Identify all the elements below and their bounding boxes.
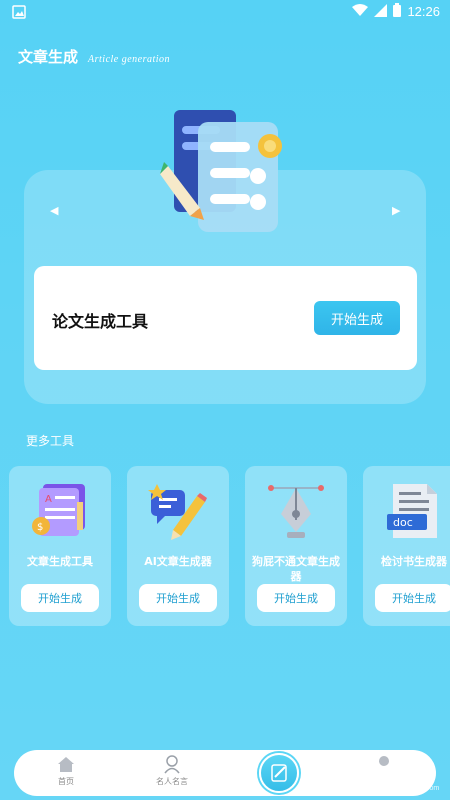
watermark-logo: pc6 .com <box>380 760 446 794</box>
nav-home[interactable]: 首页 <box>36 754 96 787</box>
tool-name: 狗屁不通文章生成器 <box>252 555 340 583</box>
document-illustration-icon <box>160 104 295 239</box>
tool-start-button[interactable]: 开始生成 <box>257 584 335 612</box>
doc-file-icon: doc <box>383 480 445 542</box>
document-coin-icon: A $ <box>29 480 91 542</box>
status-bar: 12:26 <box>0 0 450 22</box>
tool-start-button[interactable]: 开始生成 <box>139 584 217 612</box>
carousel-prev-arrow[interactable]: ◀ <box>50 204 58 217</box>
svg-text:A: A <box>45 494 52 505</box>
page-title: 文章生成 <box>18 48 79 66</box>
bottom-nav: 首页 名人名言 <box>14 750 436 796</box>
svg-text:$: $ <box>37 522 43 533</box>
tool-card[interactable]: 狗屁不通文章生成器 开始生成 <box>245 466 347 626</box>
svg-text:pc6: pc6 <box>382 766 420 791</box>
svg-text:.com: .com <box>424 785 439 792</box>
pen-nib-icon <box>265 480 327 542</box>
nav-quotes[interactable]: 名人名言 <box>142 754 202 787</box>
tool-start-button[interactable]: 开始生成 <box>375 584 450 612</box>
page-header: 文章生成 Article generation <box>18 46 170 67</box>
nav-quotes-label: 名人名言 <box>156 777 188 786</box>
tool-card[interactable]: doc 检讨书生成器 开始生成 <box>363 466 450 626</box>
tool-card[interactable]: A $ 文章生成工具 开始生成 <box>9 466 111 626</box>
write-icon <box>271 764 287 782</box>
home-icon <box>56 754 76 774</box>
tool-name: AI文章生成器 <box>144 555 212 568</box>
start-generate-button[interactable]: 开始生成 <box>314 301 400 335</box>
person-icon <box>162 754 182 774</box>
tool-start-button[interactable]: 开始生成 <box>21 584 99 612</box>
gallery-icon <box>12 4 26 23</box>
featured-tool-card: 论文生成工具 开始生成 <box>34 266 417 370</box>
wifi-icon <box>352 2 369 21</box>
battery-icon <box>393 2 402 21</box>
carousel-next-arrow[interactable]: ▶ <box>392 204 400 217</box>
more-tools-title: 更多工具 <box>26 434 75 448</box>
tool-name: 文章生成工具 <box>27 555 93 568</box>
nav-home-label: 首页 <box>58 777 74 786</box>
featured-tool-label: 论文生成工具 <box>52 312 149 331</box>
chat-pencil-icon <box>147 480 209 542</box>
page-subtitle: Article generation <box>88 54 171 65</box>
tool-card[interactable]: AI文章生成器 开始生成 <box>127 466 229 626</box>
svg-text:doc: doc <box>393 516 413 529</box>
signal-icon <box>374 2 388 21</box>
status-time: 12:26 <box>407 4 440 19</box>
tool-name: 检讨书生成器 <box>381 555 447 568</box>
nav-write-button[interactable] <box>259 753 299 793</box>
